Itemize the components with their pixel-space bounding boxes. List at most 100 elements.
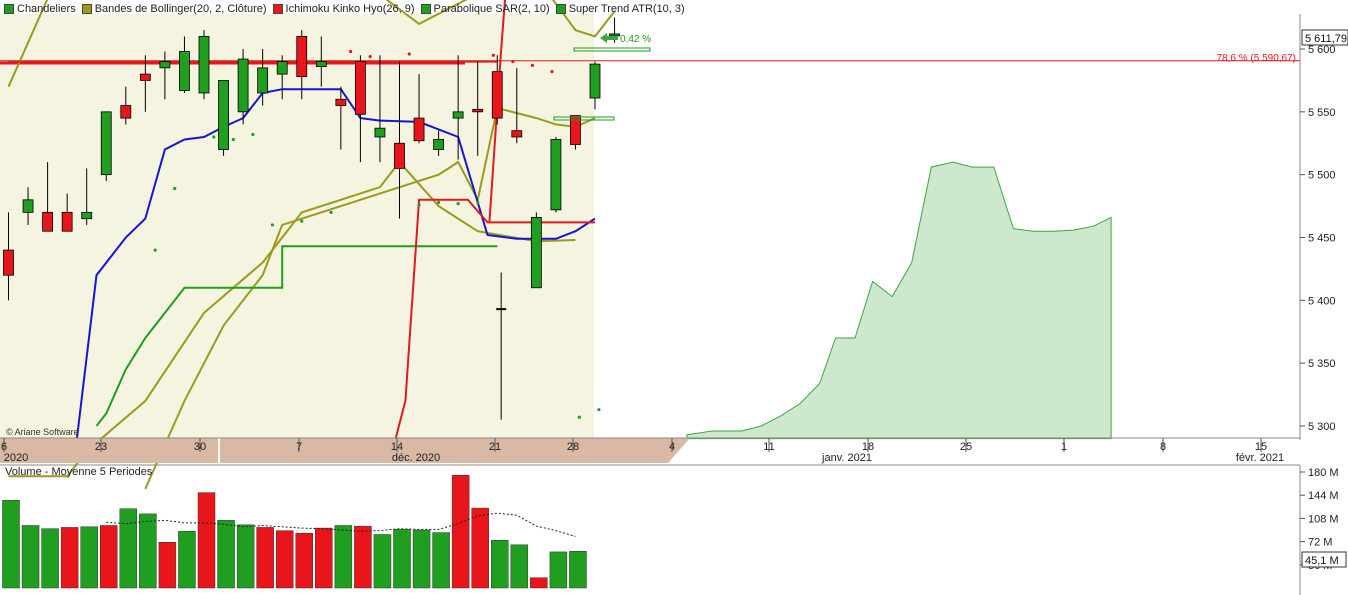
legend-swatch-icon xyxy=(81,4,92,14)
volume-bar xyxy=(119,508,138,589)
candle-body xyxy=(237,58,249,113)
volume-bar xyxy=(510,544,529,589)
candle-body xyxy=(433,139,445,150)
sar-dot xyxy=(550,70,554,74)
candle-body xyxy=(3,249,14,276)
legend-item[interactable]: Super Trend ATR(10, 3) xyxy=(555,3,685,15)
volume-bar xyxy=(256,527,274,589)
candle-body xyxy=(81,211,93,220)
volume-bar xyxy=(491,540,509,589)
month-label: 2020 xyxy=(4,452,28,464)
candle-body xyxy=(609,33,620,37)
legend-item[interactable]: Ichimoku Kinko Hyo(26, 9) xyxy=(272,3,415,15)
day-label: 1 xyxy=(1061,441,1067,453)
price-tick-label: 5 550 xyxy=(1308,107,1336,119)
volume-bar xyxy=(100,525,118,589)
legend-label: Ichimoku Kinko Hyo(26, 9) xyxy=(285,3,415,15)
sar-dot xyxy=(417,203,421,207)
last-volume-label: 45,1 M xyxy=(1305,555,1339,567)
price-tick-label: 5 350 xyxy=(1308,358,1336,370)
sar-dot xyxy=(300,219,304,223)
pct-change-label: 0.42 % xyxy=(620,34,651,45)
candle-body xyxy=(511,130,523,138)
bollinger-fill xyxy=(0,14,594,438)
price-chart: 5 6005 5505 5005 4505 4005 3505 3006 23 30… xyxy=(0,0,1348,595)
legend-swatch-icon xyxy=(555,4,566,14)
volume-tick-label: 144 M xyxy=(1308,490,1339,502)
volume-bar xyxy=(451,474,470,589)
price-tick-label: 5 600 xyxy=(1308,44,1336,56)
candle-body xyxy=(159,61,171,69)
candle-body xyxy=(413,117,425,142)
candle-body xyxy=(394,142,405,169)
sar-dot xyxy=(173,186,177,191)
sar-dot xyxy=(476,200,480,204)
month-label: déc. 2020 xyxy=(392,452,440,464)
volume-bar xyxy=(315,527,333,589)
copyright-label: © Ariane Software xyxy=(6,427,79,437)
volume-bar xyxy=(295,532,313,589)
price-tick-label: 5 400 xyxy=(1308,295,1336,307)
volume-bar xyxy=(373,534,392,589)
volume-title: Volume - Moyenne 5 Periodes xyxy=(5,466,153,478)
legend-swatch-icon xyxy=(420,4,431,14)
legend-item[interactable]: Parabolique SAR(2, 10) xyxy=(420,3,550,15)
fib-label: 78,6 % (5 590,67) xyxy=(1217,53,1297,64)
legend-item[interactable]: Chandeliers xyxy=(4,3,76,15)
volume-bar xyxy=(236,524,255,589)
candle-body xyxy=(276,61,288,75)
volume-bar xyxy=(530,577,548,589)
sar-dot xyxy=(456,201,460,206)
ichimoku-cloud xyxy=(686,161,1112,440)
sar-dot xyxy=(329,210,333,214)
sar-dot xyxy=(491,53,495,57)
candle-body xyxy=(42,211,53,232)
day-label: 7 xyxy=(296,441,302,453)
legend-item[interactable]: Bandes de Bollinger(20, 2, Clôture) xyxy=(81,3,267,15)
volume-bar xyxy=(60,527,79,589)
sar-dot xyxy=(231,137,235,142)
candle-body xyxy=(354,61,366,115)
sar-dot xyxy=(511,59,515,64)
volume-pane: 180 M144 M108 M72 M36 M45,1 M xyxy=(0,464,1347,595)
sar-dot xyxy=(212,135,216,139)
volume-bar xyxy=(393,529,411,589)
volume-bar xyxy=(197,492,216,589)
volume-tick-label: 108 M xyxy=(1308,513,1339,525)
candle-body xyxy=(589,63,601,99)
candle-body xyxy=(257,67,269,94)
price-tick-label: 5 500 xyxy=(1308,170,1336,182)
volume-bar xyxy=(354,525,372,589)
sar-dot xyxy=(407,52,411,56)
candle-body xyxy=(120,105,132,119)
legend-swatch-icon xyxy=(4,4,14,14)
price-pane xyxy=(0,0,1300,490)
volume-bar xyxy=(178,531,196,589)
day-label: 25 xyxy=(960,441,972,453)
candle-body xyxy=(179,51,190,91)
day-label: 30 xyxy=(194,441,206,453)
month-label: janv. 2021 xyxy=(821,452,872,464)
volume-bar xyxy=(139,513,157,589)
volume-bar xyxy=(569,551,587,589)
time-axis-band-left xyxy=(0,438,218,463)
candle-body xyxy=(22,199,34,213)
chart-legend: Chandeliers Bandes de Bollinger(20, 2, Cl… xyxy=(4,2,685,16)
candle-body xyxy=(296,36,308,78)
candle-body xyxy=(491,71,503,119)
sar-dot xyxy=(270,223,275,227)
day-label: 8 xyxy=(1160,441,1166,453)
legend-label: Bandes de Bollinger(20, 2, Clôture) xyxy=(94,3,267,15)
sar-dot xyxy=(251,132,255,137)
volume-bar xyxy=(217,520,235,589)
volume-bar xyxy=(412,529,431,589)
sar-dot xyxy=(368,54,372,59)
candle-body xyxy=(472,108,484,113)
candle-body xyxy=(374,127,386,138)
volume-bar xyxy=(471,507,489,589)
volume-bar xyxy=(158,541,177,589)
legend-swatch-icon xyxy=(272,4,283,14)
candle-body xyxy=(530,216,542,289)
day-label: 11 xyxy=(763,441,774,453)
sar-dot xyxy=(530,63,535,67)
